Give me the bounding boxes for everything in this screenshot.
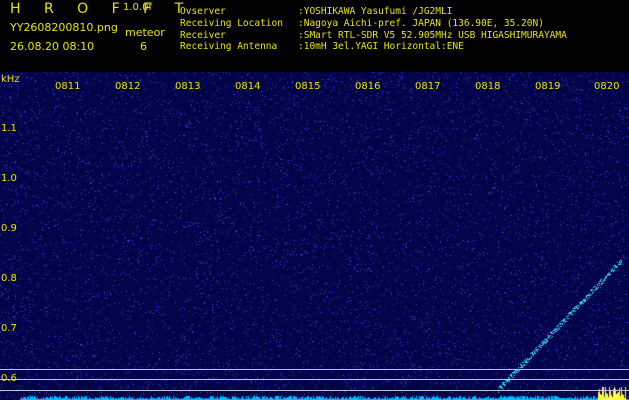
x-tick-label: 0816: [355, 81, 381, 92]
y-tick-label: 1.1: [1, 123, 17, 134]
filename-label: YY2608200810.png: [10, 21, 118, 34]
info-row-receiver: Receiver :SMart RTL-SDR V5 52.905MHz USB …: [180, 31, 567, 41]
y-axis-labels: kHz 1.1 1.0 0.9 0.8 0.7 0.6: [0, 72, 30, 400]
x-tick-label: 0818: [475, 81, 501, 92]
y-tick-label: 0.7: [1, 323, 17, 334]
info-row-antenna: Receiving Antenna :10mH 3el.YAGI Horizont…: [180, 42, 464, 52]
meteor-label: meteor: [125, 26, 165, 39]
info-row-observer: Ovserver :YOSHIKAWA Yasufumi /JG2MLI: [180, 7, 452, 17]
y-tick-label: 0.8: [1, 273, 17, 284]
x-tick-label: 0811: [55, 81, 81, 92]
x-tick-label: 0812: [115, 81, 141, 92]
y-tick-label: 0.9: [1, 223, 17, 234]
info-key: Receiving Antenna: [180, 41, 278, 52]
version-label: 1.0.0f: [123, 2, 152, 13]
x-tick-label: 0814: [235, 81, 261, 92]
y-axis-unit: kHz: [1, 74, 20, 85]
info-value: :Nagoya Aichi-pref. JAPAN (136.90E, 35.2…: [298, 18, 544, 29]
header-panel: H R O F F T 1.0.0f YY2608200810.png 26.0…: [0, 0, 629, 72]
x-tick-label: 0815: [295, 81, 321, 92]
reference-line: [0, 390, 629, 391]
info-value: :SMart RTL-SDR V5 52.905MHz USB HIGASHIM…: [298, 30, 567, 41]
reference-line: [0, 379, 629, 380]
spectrogram-canvas: [0, 72, 629, 400]
x-tick-label: 0817: [415, 81, 441, 92]
info-row-location: Receiving Location :Nagoya Aichi-pref. JA…: [180, 19, 544, 29]
info-key: Receiving Location: [180, 18, 283, 29]
spectrogram-panel: kHz 1.1 1.0 0.9 0.8 0.7 0.6 0811 0812 08…: [0, 72, 629, 400]
timestamp-label: 26.08.20 08:10: [10, 40, 95, 53]
info-key: Ovserver: [180, 6, 226, 17]
brand-title: H R O F F T: [10, 1, 193, 17]
info-value: :10mH 3el.YAGI Horizontal:ENE: [298, 41, 464, 52]
y-tick-label: 0.6: [1, 373, 17, 384]
x-tick-label: 0813: [175, 81, 201, 92]
info-key: Receiver: [180, 30, 226, 41]
reference-line: [0, 369, 629, 370]
x-tick-label: 0819: [535, 81, 561, 92]
info-value: :YOSHIKAWA Yasufumi /JG2MLI: [298, 6, 453, 17]
y-tick-label: 1.0: [1, 173, 17, 184]
x-tick-label: 0820: [594, 81, 620, 92]
meteor-count: 6: [140, 40, 147, 53]
